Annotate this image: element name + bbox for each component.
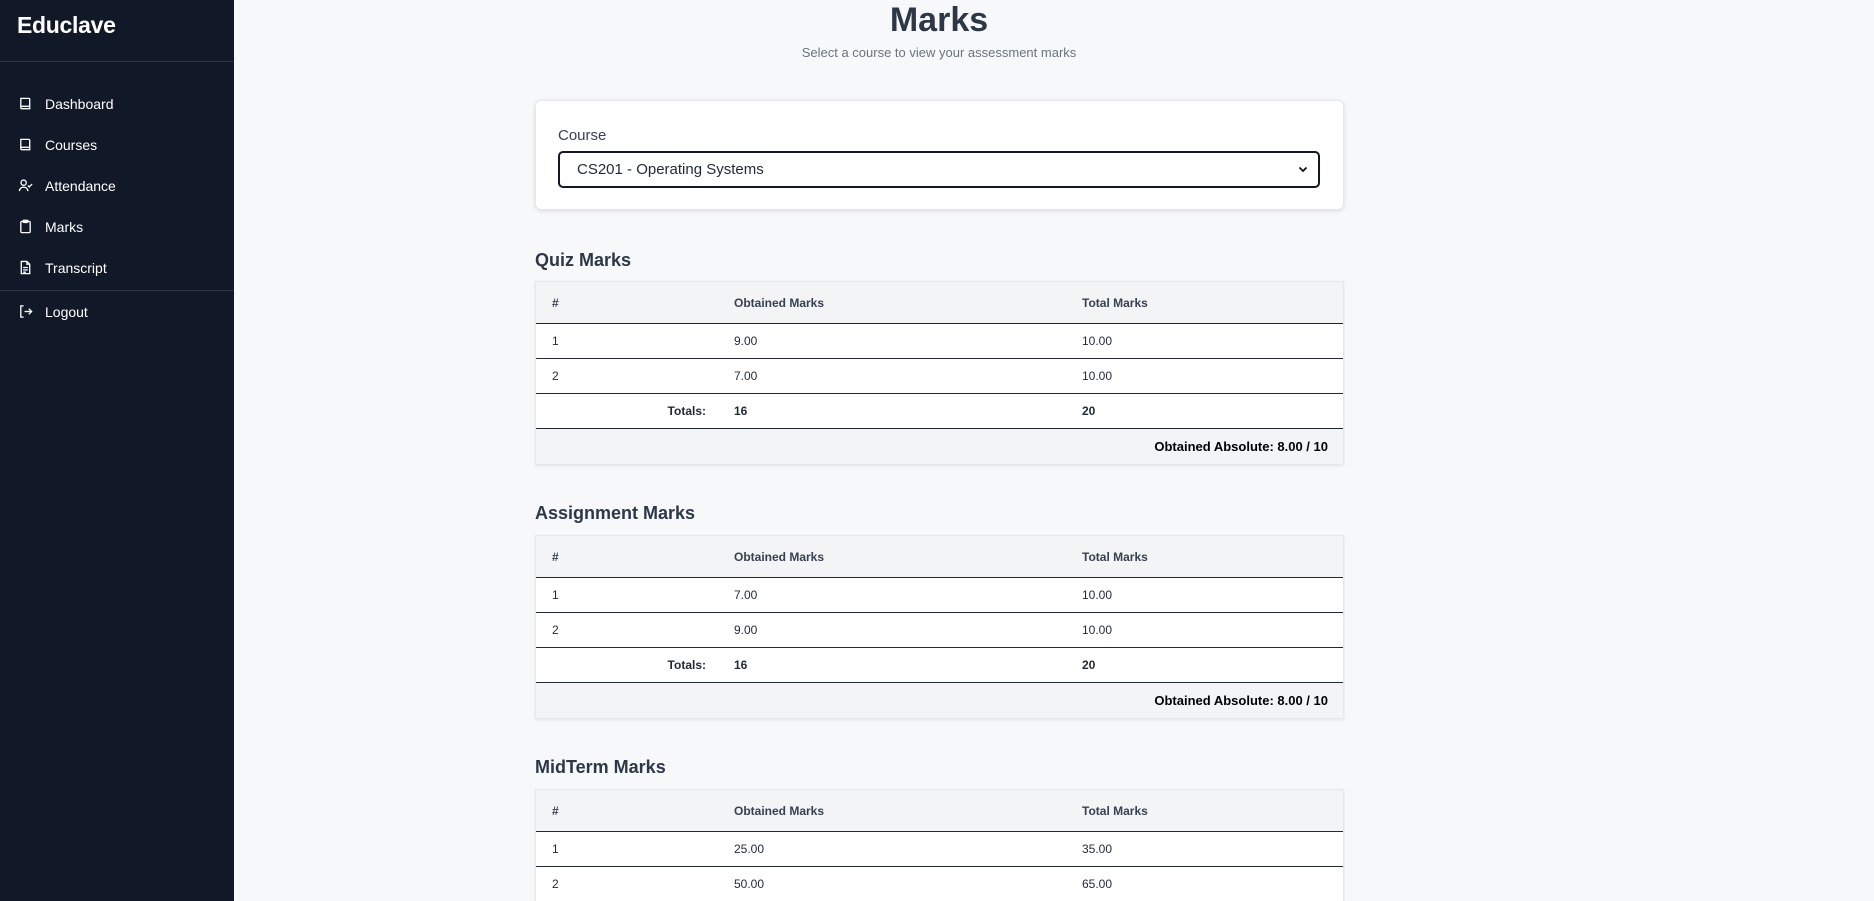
sidebar-item-label: Dashboard (45, 95, 114, 112)
column-header: Obtained Marks (734, 549, 825, 564)
table-header-row: # Obtained Marks Total Marks (536, 282, 1343, 324)
sidebar-item-logout[interactable]: Logout (0, 291, 234, 332)
course-select[interactable]: CS201 - Operating Systems (558, 151, 1320, 188)
clipboard-icon (18, 219, 33, 234)
sidebar-item-label: Attendance (45, 177, 116, 194)
sidebar-item-transcript[interactable]: Transcript (0, 247, 234, 288)
table-row: 2 7.00 10.00 (536, 359, 1343, 394)
file-text-icon (18, 260, 33, 275)
sidebar: Educlave Dashboard Courses Attendance Ma… (0, 0, 234, 901)
course-card: Course CS201 - Operating Systems (535, 100, 1344, 210)
table-row: 2 9.00 10.00 (536, 613, 1343, 648)
table-cell: 10.00 (1082, 623, 1113, 637)
table-row: 1 7.00 10.00 (536, 578, 1343, 613)
totals-label: Totals: (667, 404, 706, 418)
midterm-section-title: MidTerm Marks (535, 757, 666, 777)
book-icon (18, 137, 33, 152)
column-header: # (552, 549, 559, 564)
obtained-absolute: Obtained Absolute: 8.00 / 10 (1154, 693, 1328, 708)
table-cell: 10.00 (1082, 334, 1113, 348)
column-header: # (552, 295, 559, 310)
table-cell: 10.00 (1082, 588, 1113, 602)
totals-label: Totals: (667, 658, 706, 672)
table-cell: 7.00 (734, 369, 758, 383)
totals-row: Totals: 16 20 (536, 394, 1343, 429)
sidebar-item-label: Marks (45, 218, 84, 235)
table-cell: 25.00 (734, 842, 765, 856)
table-cell: 1 (552, 334, 559, 348)
sidebar-nav: Dashboard Courses Attendance Marks Trans… (0, 62, 234, 332)
table-cell: 9.00 (734, 334, 758, 348)
column-header: # (552, 803, 559, 818)
chevron-down-icon (1298, 166, 1308, 173)
totals-obtained: 16 (734, 658, 748, 672)
table-cell: 1 (552, 842, 559, 856)
quiz-section-title: Quiz Marks (535, 250, 632, 270)
course-label: Course (558, 127, 607, 144)
table-cell: 50.00 (734, 877, 765, 891)
sidebar-item-label: Logout (45, 303, 88, 320)
column-header: Total Marks (1082, 295, 1148, 310)
midterm-marks-table: # Obtained Marks Total Marks 1 25.00 35.… (535, 789, 1344, 901)
table-row: 1 25.00 35.00 (536, 832, 1343, 867)
page-subtitle: Select a course to view your assessment … (801, 45, 1077, 60)
absolute-row: Obtained Absolute: 8.00 / 10 (536, 429, 1343, 464)
logout-icon (18, 304, 33, 319)
column-header: Total Marks (1082, 549, 1148, 564)
page-title: Marks (889, 1, 989, 39)
sidebar-item-label: Courses (45, 136, 98, 153)
table-cell: 65.00 (1082, 877, 1113, 891)
table-cell: 9.00 (734, 623, 758, 637)
column-header: Obtained Marks (734, 803, 825, 818)
table-cell: 2 (552, 623, 559, 637)
table-row: 2 50.00 65.00 (536, 867, 1343, 901)
table-cell: 1 (552, 588, 559, 602)
user-check-icon (18, 178, 33, 193)
table-cell: 2 (552, 369, 559, 383)
brand-logo: Educlave (0, 0, 234, 62)
quiz-marks-table: # Obtained Marks Total Marks 1 9.00 10.0… (535, 281, 1344, 465)
sidebar-item-attendance[interactable]: Attendance (0, 165, 234, 206)
column-header: Obtained Marks (734, 295, 825, 310)
sidebar-item-marks[interactable]: Marks (0, 206, 234, 247)
table-cell: 2 (552, 877, 559, 891)
table-header-row: # Obtained Marks Total Marks (536, 790, 1343, 832)
absolute-row: Obtained Absolute: 8.00 / 10 (536, 683, 1343, 718)
table-cell: 10.00 (1082, 369, 1113, 383)
sidebar-item-courses[interactable]: Courses (0, 124, 234, 165)
table-header-row: # Obtained Marks Total Marks (536, 536, 1343, 578)
totals-obtained: 16 (734, 404, 748, 418)
sidebar-item-dashboard[interactable]: Dashboard (0, 83, 234, 124)
totals-total: 20 (1082, 404, 1096, 418)
table-cell: 7.00 (734, 588, 758, 602)
obtained-absolute: Obtained Absolute: 8.00 / 10 (1154, 439, 1328, 454)
sidebar-item-label: Transcript (45, 259, 107, 276)
assignment-marks-table: # Obtained Marks Total Marks 1 7.00 10.0… (535, 535, 1344, 719)
main-content: Marks Select a course to view your asses… (234, 0, 1874, 901)
totals-row: Totals: 16 20 (536, 648, 1343, 683)
totals-total: 20 (1082, 658, 1096, 672)
table-row: 1 9.00 10.00 (536, 324, 1343, 359)
table-cell: 35.00 (1082, 842, 1113, 856)
column-header: Total Marks (1082, 803, 1148, 818)
book-icon (18, 96, 33, 111)
assignment-section-title: Assignment Marks (535, 503, 696, 523)
course-select-value: CS201 - Operating Systems (577, 161, 764, 178)
